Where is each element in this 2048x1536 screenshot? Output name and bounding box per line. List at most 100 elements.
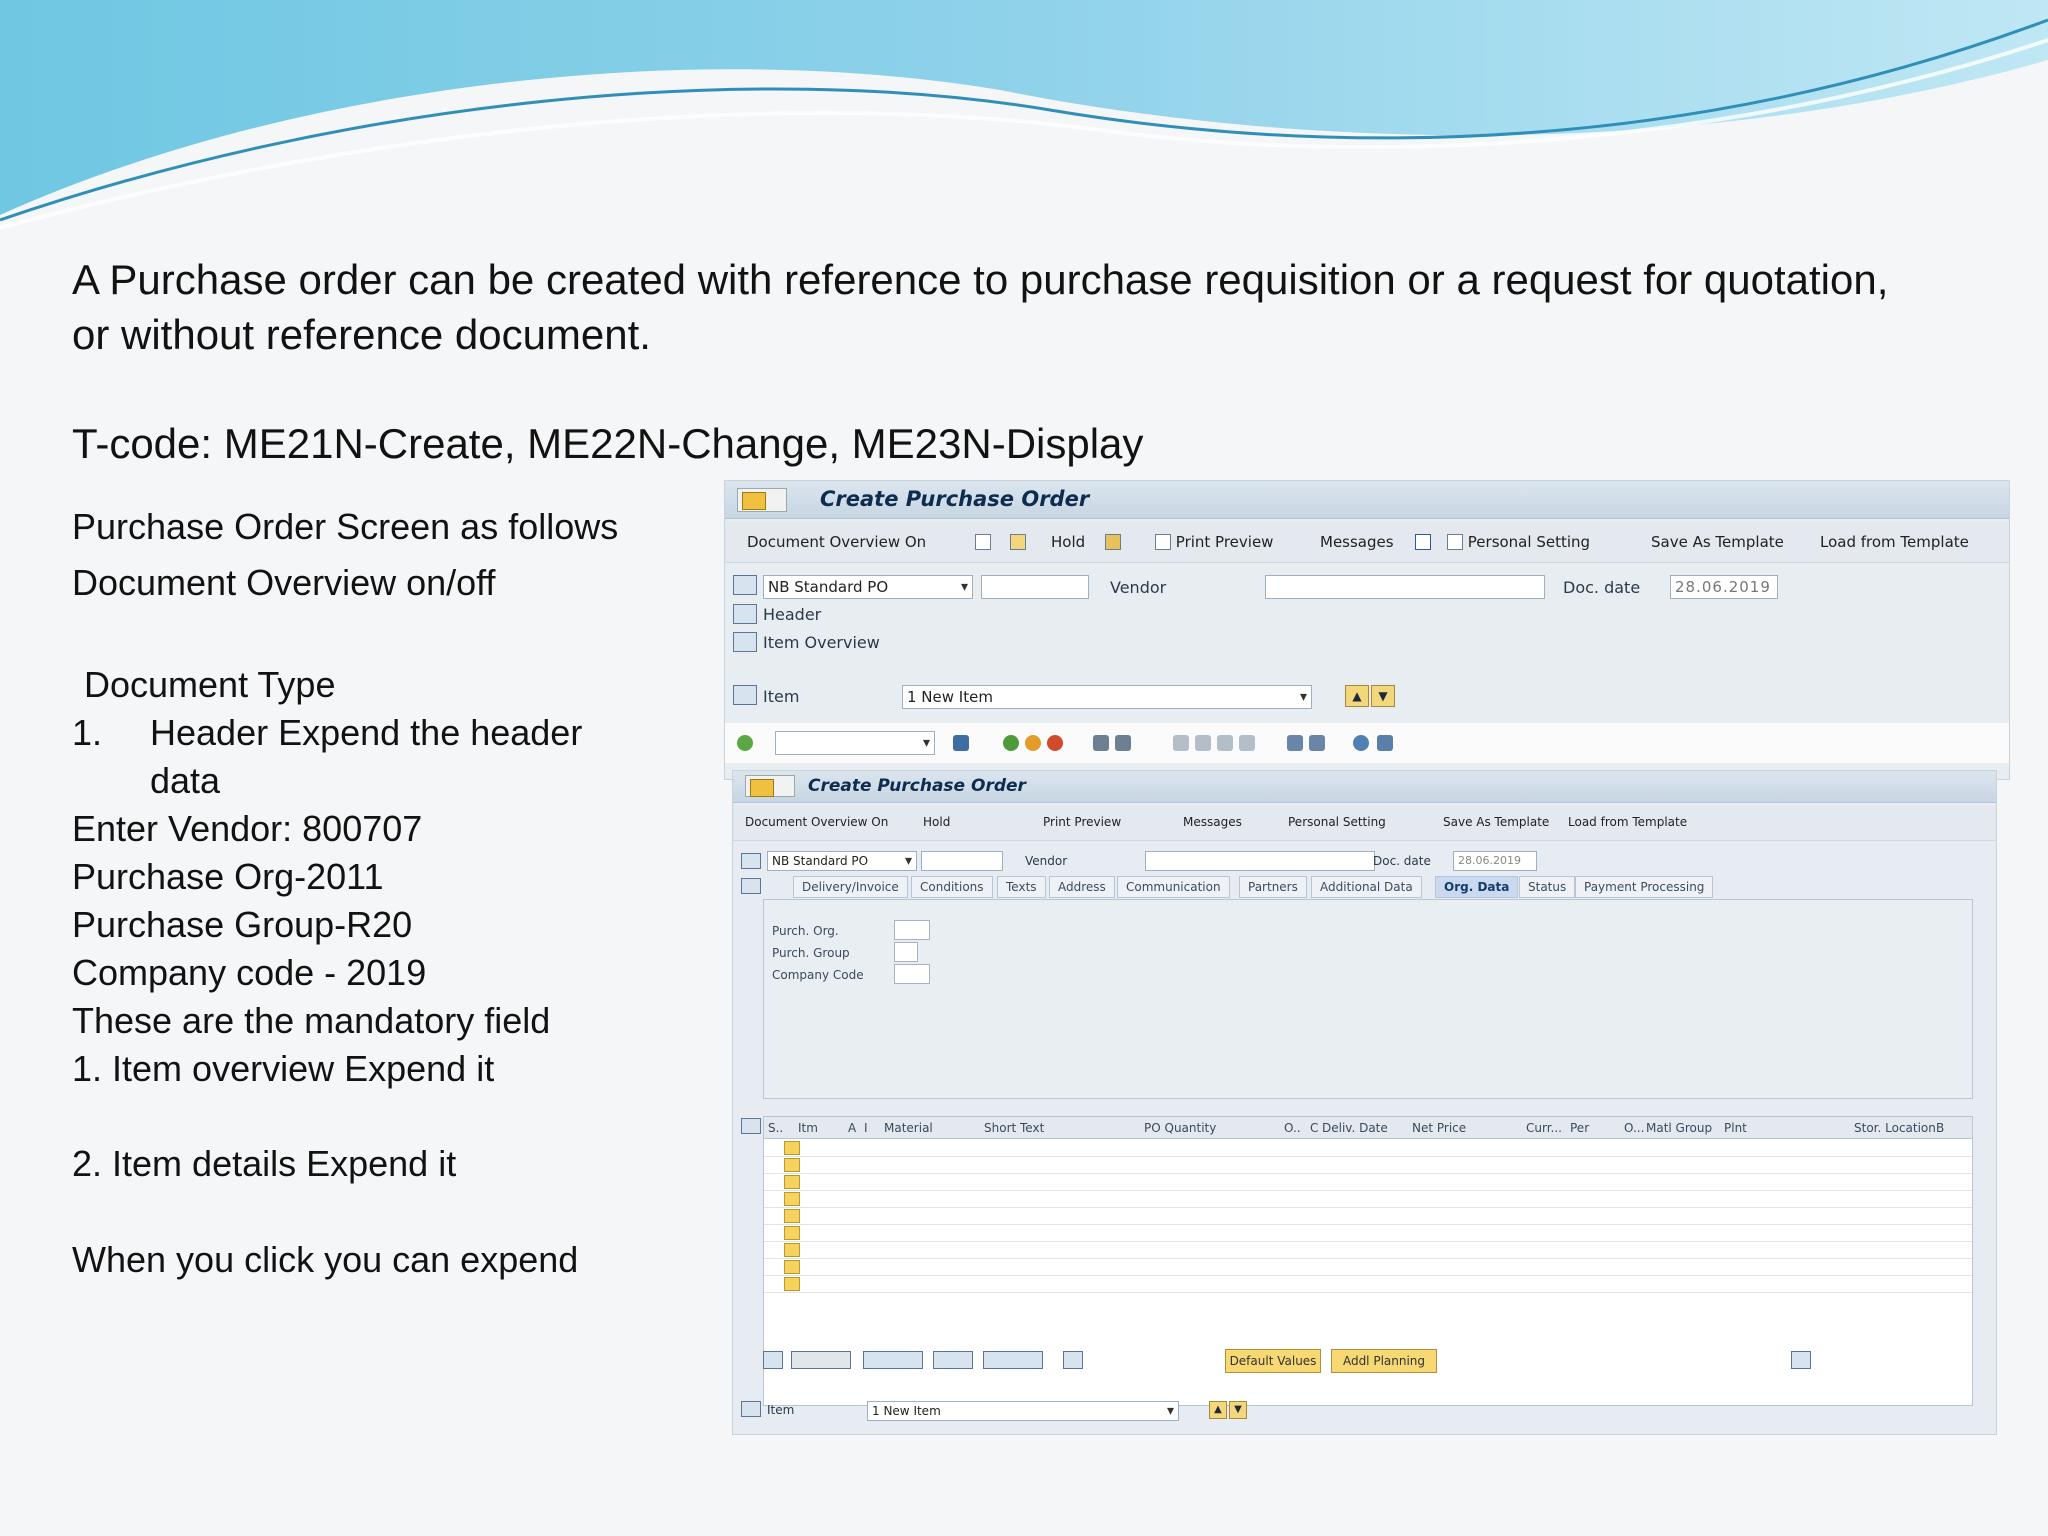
- addl-planning-button[interactable]: Addl Planning: [1331, 1349, 1437, 1373]
- header-expand-icon[interactable]: [733, 604, 757, 624]
- next-page-icon[interactable]: [1217, 735, 1233, 751]
- column-header[interactable]: I: [864, 1121, 868, 1135]
- print-preview-button[interactable]: Print Preview: [1043, 815, 1121, 829]
- tab-address[interactable]: Address: [1049, 876, 1115, 898]
- row-selector[interactable]: [784, 1277, 800, 1291]
- item-overview-label[interactable]: Item Overview: [763, 633, 880, 652]
- tab-texts[interactable]: Texts: [997, 876, 1046, 898]
- sort-icon[interactable]: [933, 1351, 973, 1369]
- item-detail-expand-icon[interactable]: [733, 685, 757, 705]
- doc-date-field[interactable]: 28.06.2019: [1670, 575, 1778, 599]
- other-document-icon[interactable]: [1010, 533, 1026, 551]
- tab-communication[interactable]: Communication: [1117, 876, 1230, 898]
- print-preview-button[interactable]: Print Preview: [1155, 533, 1273, 551]
- po-number-field[interactable]: [921, 851, 1003, 871]
- previous-item-button[interactable]: ▲: [1345, 685, 1369, 707]
- row-selector[interactable]: [784, 1158, 800, 1172]
- save-as-template-button[interactable]: Save As Template: [1651, 533, 1784, 551]
- row-selector[interactable]: [784, 1243, 800, 1257]
- table-row[interactable]: [764, 1158, 1972, 1174]
- filter-icon[interactable]: [983, 1351, 1043, 1369]
- details-icon[interactable]: [763, 1351, 783, 1369]
- column-header[interactable]: S..: [768, 1121, 783, 1135]
- column-header[interactable]: O...: [1624, 1121, 1644, 1135]
- find-icon[interactable]: [1115, 735, 1131, 751]
- layout-icon[interactable]: [1377, 735, 1393, 751]
- personal-setting-button[interactable]: Personal Setting: [1288, 815, 1386, 829]
- back-icon[interactable]: [1003, 735, 1019, 751]
- column-header[interactable]: Matl Group: [1646, 1121, 1712, 1135]
- new-session-icon[interactable]: [1287, 735, 1303, 751]
- item-overview-expand-icon[interactable]: [733, 632, 757, 652]
- column-header[interactable]: Itm: [798, 1121, 818, 1135]
- column-header[interactable]: Per: [1570, 1121, 1589, 1135]
- column-header[interactable]: Material: [884, 1121, 933, 1135]
- check-icon[interactable]: [1105, 533, 1121, 551]
- table-row[interactable]: [764, 1141, 1972, 1157]
- table-row[interactable]: [764, 1192, 1972, 1208]
- column-header[interactable]: Plnt: [1724, 1121, 1747, 1135]
- row-selector[interactable]: [784, 1141, 800, 1155]
- tab-status[interactable]: Status: [1519, 876, 1576, 898]
- column-header[interactable]: Stor. Location: [1854, 1121, 1936, 1135]
- item-select[interactable]: 1 New Item: [902, 685, 1312, 709]
- new-document-icon[interactable]: [975, 533, 991, 551]
- check-ok-icon[interactable]: [737, 735, 753, 751]
- hold-button[interactable]: Hold: [1051, 533, 1085, 551]
- first-page-icon[interactable]: [1173, 735, 1189, 751]
- document-type-select[interactable]: NB Standard PO: [767, 851, 917, 871]
- table-row[interactable]: [764, 1175, 1972, 1191]
- messages-button[interactable]: Messages: [1320, 533, 1394, 551]
- company-code-field[interactable]: [894, 964, 930, 984]
- column-header[interactable]: Deliv. Date: [1322, 1121, 1388, 1135]
- shortcut-icon[interactable]: [1309, 735, 1325, 751]
- table-row[interactable]: [764, 1209, 1972, 1225]
- default-values-button[interactable]: Default Values: [1225, 1349, 1321, 1373]
- command-field[interactable]: [775, 731, 935, 755]
- tab-additional-data[interactable]: Additional Data: [1311, 876, 1422, 898]
- load-from-template-button[interactable]: Load from Template: [1820, 533, 1969, 551]
- cancel-icon[interactable]: [1047, 735, 1063, 751]
- purch-group-field[interactable]: [894, 942, 918, 962]
- menu-icon[interactable]: [745, 775, 795, 797]
- help-icon[interactable]: [1353, 735, 1369, 751]
- tab-payment-processing[interactable]: Payment Processing: [1575, 876, 1714, 898]
- column-header[interactable]: Curr...: [1526, 1121, 1562, 1135]
- previous-page-icon[interactable]: [1195, 735, 1211, 751]
- previous-item-button[interactable]: ▲: [1209, 1401, 1227, 1419]
- row-selector[interactable]: [784, 1175, 800, 1189]
- save-icon[interactable]: [953, 735, 969, 751]
- header-collapse-icon[interactable]: [741, 878, 761, 894]
- save-as-template-button[interactable]: Save As Template: [1443, 815, 1549, 829]
- document-type-select[interactable]: NB Standard PO: [763, 575, 973, 599]
- info-icon[interactable]: [1415, 533, 1431, 551]
- tab-conditions[interactable]: Conditions: [911, 876, 993, 898]
- vendor-field[interactable]: [1265, 575, 1545, 599]
- last-page-icon[interactable]: [1239, 735, 1255, 751]
- column-header[interactable]: PO Quantity: [1144, 1121, 1216, 1135]
- load-from-template-button[interactable]: Load from Template: [1568, 815, 1687, 829]
- exit-icon[interactable]: [1025, 735, 1041, 751]
- table-row[interactable]: [764, 1226, 1972, 1242]
- print-icon[interactable]: [1093, 735, 1109, 751]
- po-number-field[interactable]: [981, 575, 1089, 599]
- table-row[interactable]: [764, 1243, 1972, 1259]
- tab-org-data[interactable]: Org. Data: [1435, 876, 1519, 898]
- item-select[interactable]: 1 New Item: [867, 1401, 1179, 1421]
- row-selector[interactable]: [784, 1209, 800, 1223]
- messages-button[interactable]: Messages: [1183, 815, 1242, 829]
- next-item-button[interactable]: ▼: [1371, 685, 1395, 707]
- column-header[interactable]: C: [1310, 1121, 1318, 1135]
- next-item-button[interactable]: ▼: [1229, 1401, 1247, 1419]
- settings-icon[interactable]: [1063, 1351, 1083, 1369]
- tab-partners[interactable]: Partners: [1239, 876, 1307, 898]
- column-header[interactable]: B: [1936, 1121, 1944, 1135]
- doc-date-field[interactable]: 28.06.2019: [1453, 851, 1537, 871]
- table-row[interactable]: [764, 1277, 1972, 1293]
- header-section-label[interactable]: Header: [763, 605, 821, 624]
- menu-icon[interactable]: [737, 488, 787, 512]
- item-detail-expand-icon[interactable]: [741, 1401, 761, 1417]
- row-selector[interactable]: [784, 1226, 800, 1240]
- personal-setting-button[interactable]: Personal Setting: [1447, 533, 1590, 551]
- vendor-field[interactable]: [1145, 851, 1375, 871]
